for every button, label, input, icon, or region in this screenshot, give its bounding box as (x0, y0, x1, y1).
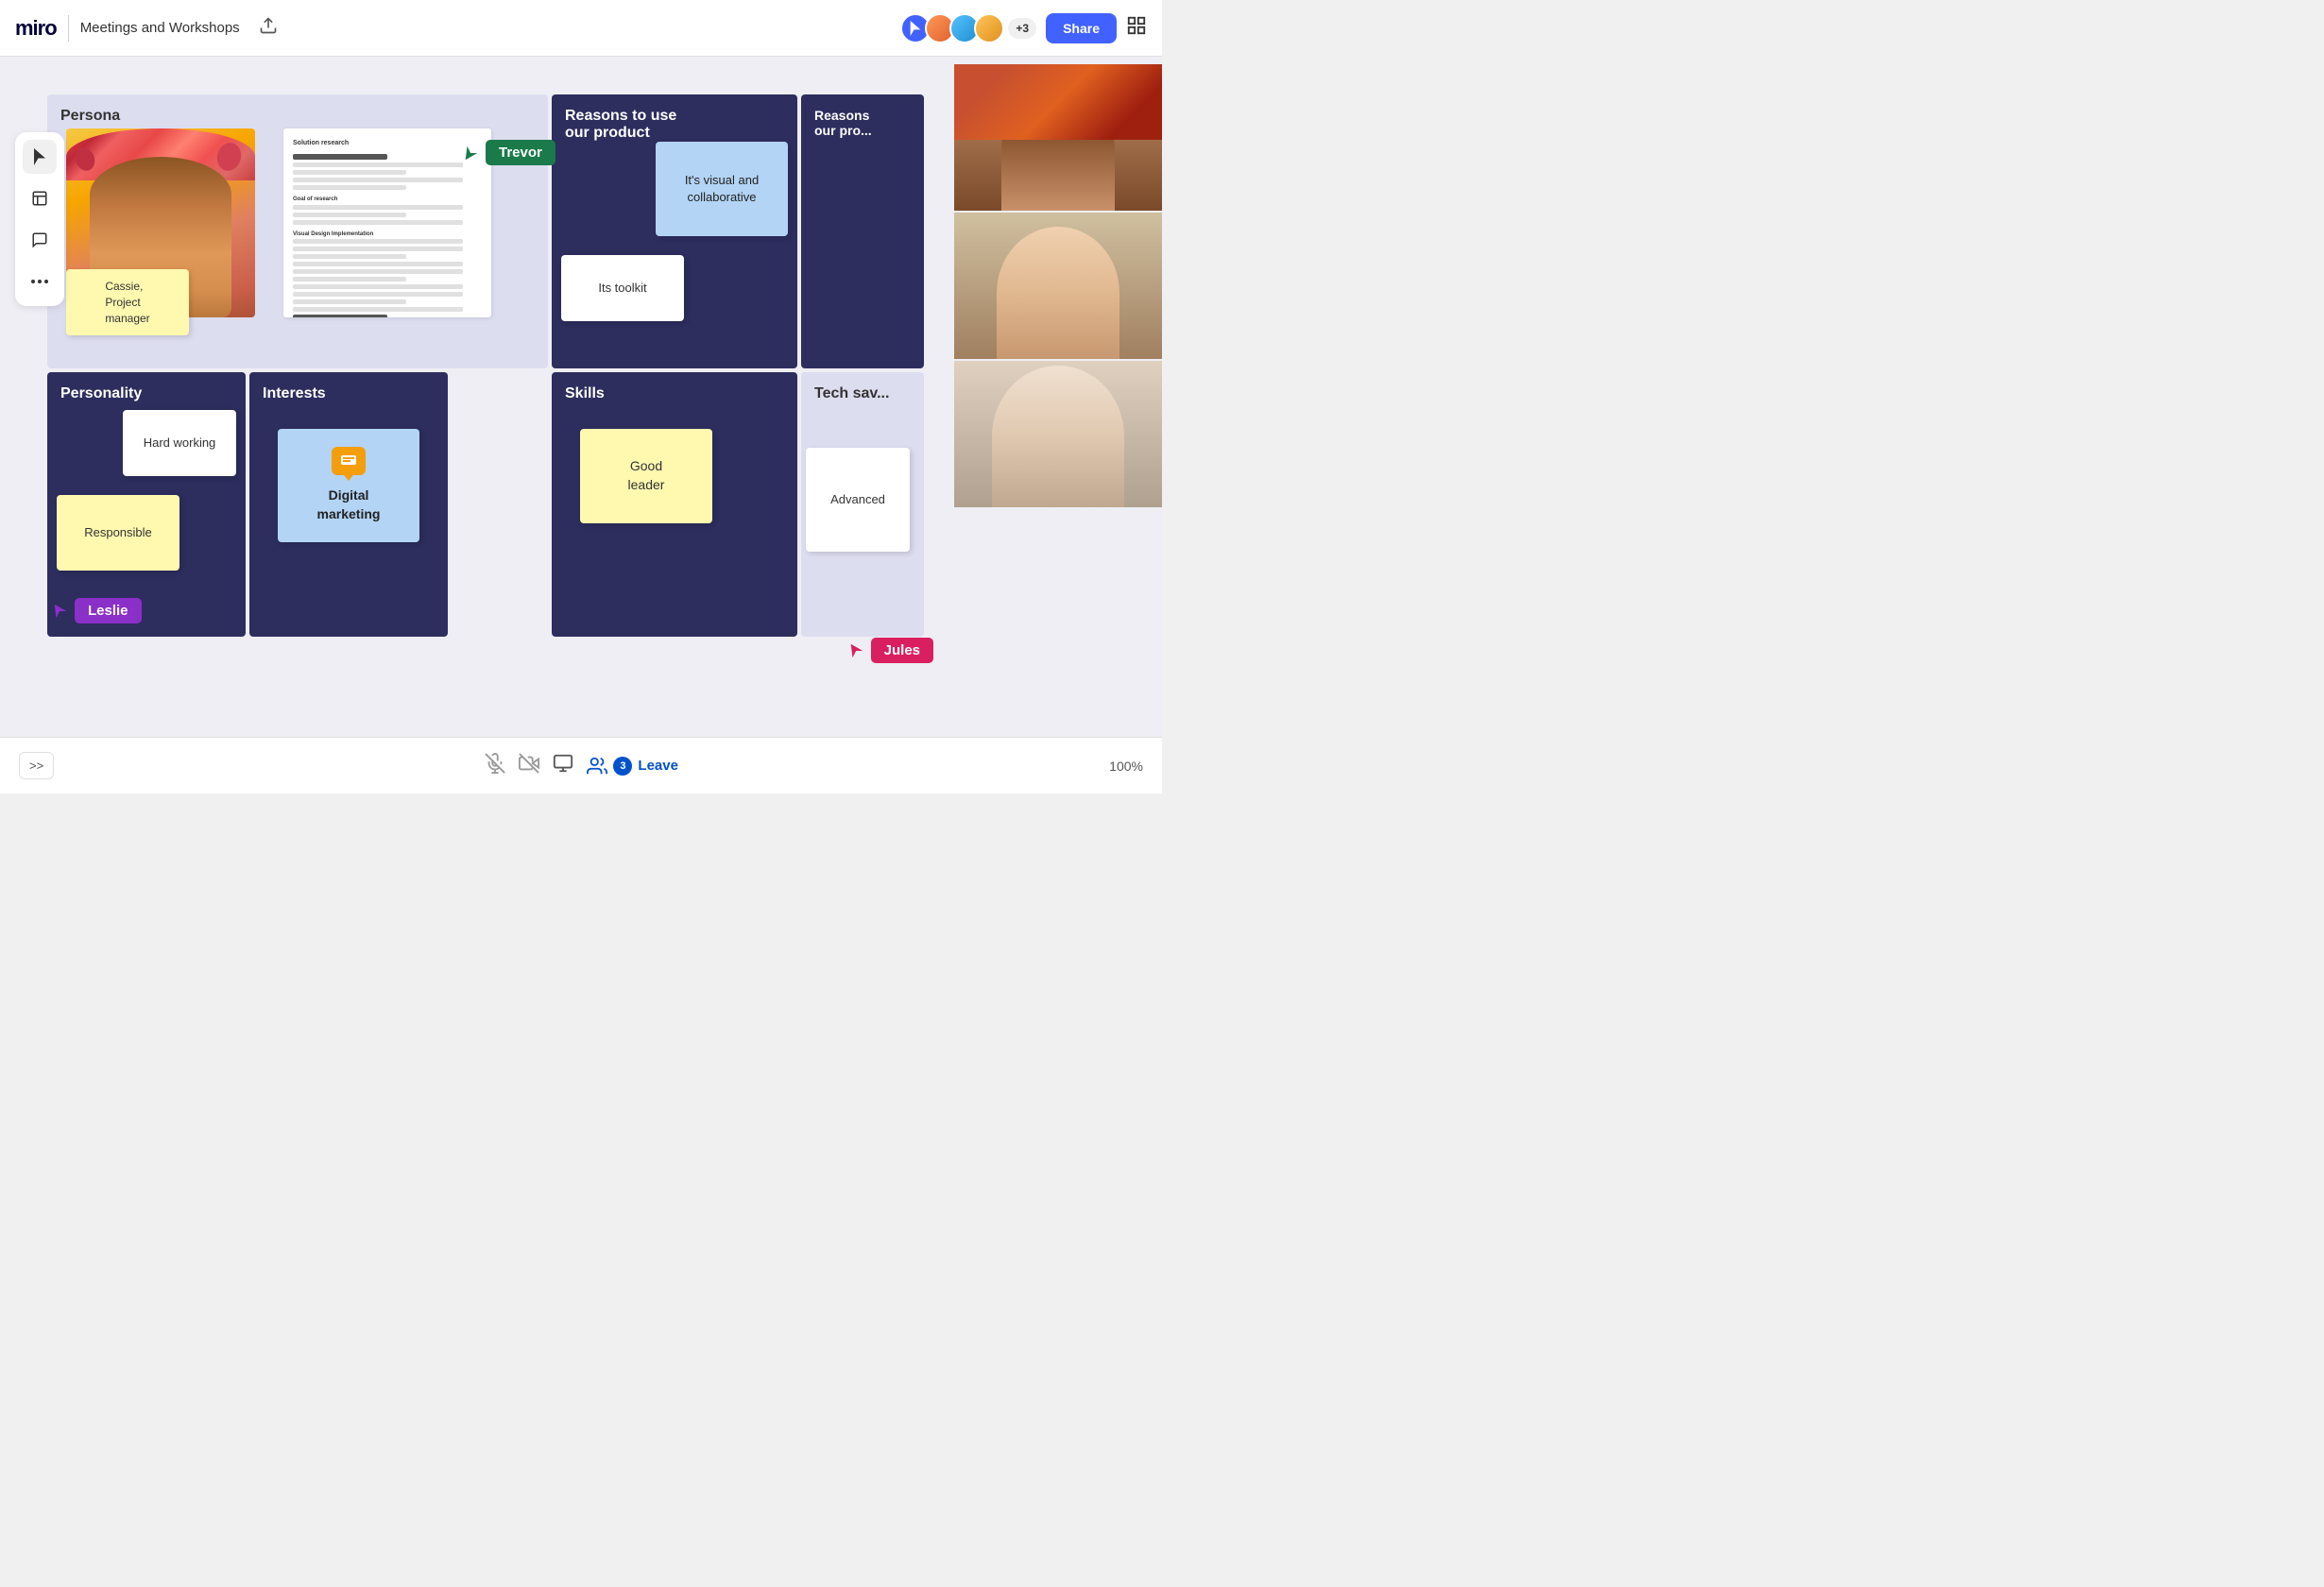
trevor-label: Trevor (486, 140, 555, 165)
bottombar-left: >> (19, 752, 54, 779)
interests-title: Interests (263, 385, 435, 402)
toolkit-sticky: Its toolkit (561, 255, 684, 321)
miro-logo: miro (15, 16, 57, 41)
section-interests: Interests Digital marketing (249, 372, 448, 637)
menu-icon-button[interactable] (1126, 15, 1147, 42)
navbar-right: +3 Share (900, 13, 1147, 43)
section-reasons-partial: Reasonsour pro... (801, 94, 924, 368)
navbar: miro Meetings and Workshops +3 Share (0, 0, 1162, 57)
board-title: Meetings and Workshops (80, 20, 240, 36)
zoom-level: 100% (1109, 759, 1143, 774)
cassie-sticky: Cassie, Project manager (66, 269, 189, 335)
leave-button-group: 3 Leave (587, 756, 678, 776)
nav-divider (68, 15, 69, 42)
video-cell-3 (954, 361, 1162, 507)
responsible-sticky: Responsible (57, 495, 179, 571)
jules-label: Jules (871, 638, 933, 663)
sidebar-tools (15, 132, 64, 306)
section-personality: Personality Hard working Responsible (47, 372, 246, 637)
personality-title: Personality (60, 385, 232, 402)
avatar-3 (974, 13, 1004, 43)
sticky-tool[interactable] (23, 181, 57, 215)
mic-button[interactable] (485, 753, 505, 779)
cursor-tool[interactable] (23, 140, 57, 174)
share-screen-button[interactable] (553, 753, 573, 779)
share-button[interactable]: Share (1046, 13, 1117, 43)
skills-title: Skills (565, 385, 784, 402)
avatar-count: +3 (1008, 18, 1036, 39)
canvas[interactable]: Persona Cassie, Project manager Solution… (0, 57, 1162, 737)
expand-panel-button[interactable]: >> (19, 752, 54, 779)
reasons-title: Reasons to use our product (565, 108, 784, 142)
video-cell-2 (954, 213, 1162, 359)
video-panel (954, 64, 1162, 507)
visual-collab-sticky: It's visual and collaborative (656, 142, 788, 236)
reasons-partial-title: Reasonsour pro... (814, 108, 911, 138)
avatar-group: +3 (900, 13, 1036, 43)
bottombar: >> (0, 737, 1162, 794)
comment-tool[interactable] (23, 223, 57, 257)
hardworking-sticky: Hard working (123, 410, 236, 476)
bottombar-center: 3 Leave (485, 753, 678, 779)
section-skills: Skills Good leader (552, 372, 797, 637)
navbar-left: miro Meetings and Workshops (15, 12, 285, 43)
video-cell-1 (954, 64, 1162, 211)
cursor-trevor: Trevor (463, 140, 555, 165)
board-container: Persona Cassie, Project manager Solution… (47, 94, 935, 737)
leslie-label: Leslie (75, 598, 142, 623)
section-persona: Persona Cassie, Project manager Solution… (47, 94, 548, 368)
section-techsav: Tech sav... Advanced (801, 372, 924, 637)
techsav-title: Tech sav... (814, 385, 911, 402)
section-reasons: Reasons to use our product It's visual a… (552, 94, 797, 368)
camera-button[interactable] (519, 753, 539, 779)
good-leader-sticky: Good leader (580, 429, 712, 523)
document-placeholder: Solution research Goal of research Visua… (283, 128, 491, 317)
leave-button[interactable]: Leave (638, 758, 678, 774)
participant-count: 3 (613, 757, 632, 776)
upload-button[interactable] (251, 12, 285, 43)
persona-title: Persona (60, 108, 535, 125)
cursor-jules: Jules (848, 638, 933, 663)
cursor-leslie: Leslie (52, 598, 142, 623)
more-tools[interactable] (23, 264, 57, 299)
advanced-sticky: Advanced (806, 448, 910, 552)
digital-marketing-sticky: Digital marketing (278, 429, 419, 542)
